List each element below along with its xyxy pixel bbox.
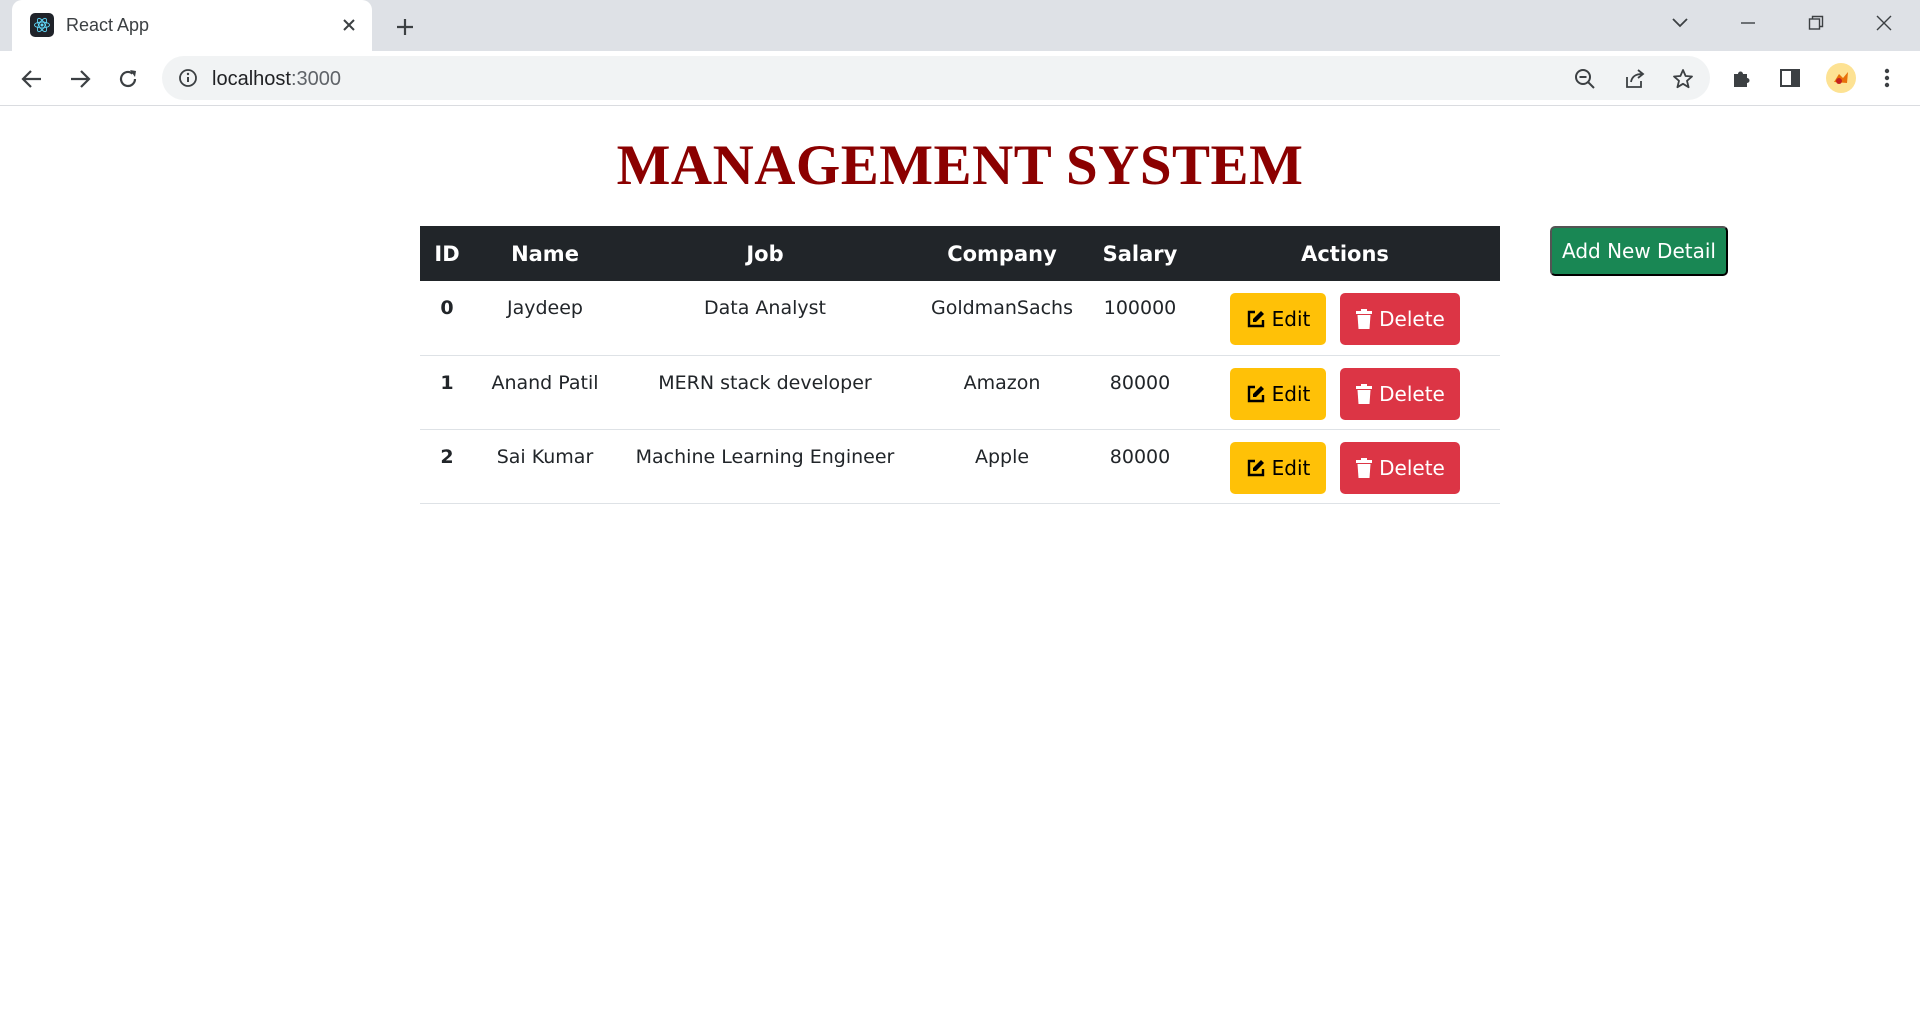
edit-label: Edit	[1271, 455, 1311, 480]
browser-tabstrip: React App	[0, 0, 1920, 51]
zoom-out-icon[interactable]	[1572, 66, 1598, 92]
delete-button[interactable]: Delete	[1340, 367, 1460, 420]
browser-toolbar: localhost:3000	[0, 51, 1920, 106]
close-window-icon[interactable]	[1866, 8, 1902, 38]
cell-id: 1	[420, 355, 474, 430]
cell-company: Apple	[914, 429, 1090, 504]
cell-actions: Edit Delete	[1190, 429, 1500, 504]
browser-menu-icon[interactable]	[1872, 63, 1902, 93]
reload-icon[interactable]	[112, 63, 144, 95]
table-row: 2 Sai Kumar Machine Learning Engineer Ap…	[420, 429, 1500, 504]
address-bar[interactable]: localhost:3000	[162, 56, 1710, 100]
bookmark-star-icon[interactable]	[1670, 66, 1696, 92]
tab-title: React App	[66, 15, 150, 35]
add-new-detail-button[interactable]: Add New Detail	[1550, 226, 1728, 276]
edit-button[interactable]: Edit	[1230, 367, 1326, 420]
header-id: ID	[420, 226, 474, 281]
edit-button[interactable]: Edit	[1230, 441, 1326, 494]
table-header-row: ID Name Job Company Salary Actions	[420, 226, 1500, 281]
extensions-puzzle-icon[interactable]	[1727, 63, 1757, 93]
edit-label: Edit	[1271, 307, 1311, 331]
close-tab-icon[interactable]	[336, 12, 362, 38]
header-job: Job	[616, 226, 914, 281]
header-salary: Salary	[1090, 226, 1190, 281]
delete-label: Delete	[1379, 455, 1445, 480]
share-icon[interactable]	[1622, 66, 1648, 92]
url-text[interactable]: localhost:3000	[212, 68, 341, 91]
delete-label: Delete	[1379, 307, 1445, 331]
trash-icon	[1356, 309, 1373, 329]
delete-label: Delete	[1379, 381, 1445, 406]
site-info-icon[interactable]	[176, 66, 200, 90]
pencil-square-icon	[1247, 385, 1264, 402]
table-row: 1 Anand Patil MERN stack developer Amazo…	[420, 355, 1500, 430]
pencil-square-icon	[1247, 459, 1264, 476]
forward-icon[interactable]	[64, 63, 96, 95]
cell-actions: Edit Delete	[1190, 281, 1500, 356]
restore-icon[interactable]	[1798, 8, 1834, 38]
cell-job: MERN stack developer	[616, 355, 914, 430]
page-title: MANAGEMENT SYSTEM	[616, 134, 1304, 197]
trash-icon	[1356, 383, 1373, 404]
url-port: :3000	[290, 68, 341, 90]
cell-actions: Edit Delete	[1190, 355, 1500, 430]
delete-button[interactable]: Delete	[1340, 293, 1460, 345]
browser-tab[interactable]: React App	[12, 0, 372, 51]
cell-company: GoldmanSachs	[914, 281, 1090, 356]
minimize-icon[interactable]	[1730, 8, 1766, 38]
cell-job: Machine Learning Engineer	[616, 429, 914, 504]
side-panel-icon[interactable]	[1775, 63, 1805, 93]
tab-search-chevron-icon[interactable]	[1662, 8, 1698, 38]
trash-icon	[1356, 457, 1373, 478]
employee-table: ID Name Job Company Salary Actions 0 Jay…	[420, 226, 1500, 504]
pencil-square-icon	[1247, 310, 1264, 328]
profile-avatar[interactable]	[1826, 63, 1856, 93]
new-tab-icon[interactable]	[390, 12, 420, 42]
delete-button[interactable]: Delete	[1340, 441, 1460, 494]
table-row: 0 Jaydeep Data Analyst GoldmanSachs 1000…	[420, 281, 1500, 356]
cell-name: Jaydeep	[474, 281, 616, 356]
header-name: Name	[474, 226, 616, 281]
header-actions: Actions	[1190, 226, 1500, 281]
cell-salary: 80000	[1090, 429, 1190, 504]
cell-salary: 80000	[1090, 355, 1190, 430]
cell-id: 2	[420, 429, 474, 504]
cell-name: Sai Kumar	[474, 429, 616, 504]
url-host: localhost	[212, 68, 291, 90]
cell-job: Data Analyst	[616, 281, 914, 356]
header-company: Company	[914, 226, 1090, 281]
back-icon[interactable]	[16, 63, 48, 95]
edit-button[interactable]: Edit	[1230, 293, 1326, 345]
cell-id: 0	[420, 281, 474, 356]
cell-salary: 100000	[1090, 281, 1190, 356]
cell-company: Amazon	[914, 355, 1090, 430]
react-icon	[30, 13, 54, 37]
cell-name: Anand Patil	[474, 355, 616, 430]
edit-label: Edit	[1271, 381, 1311, 406]
